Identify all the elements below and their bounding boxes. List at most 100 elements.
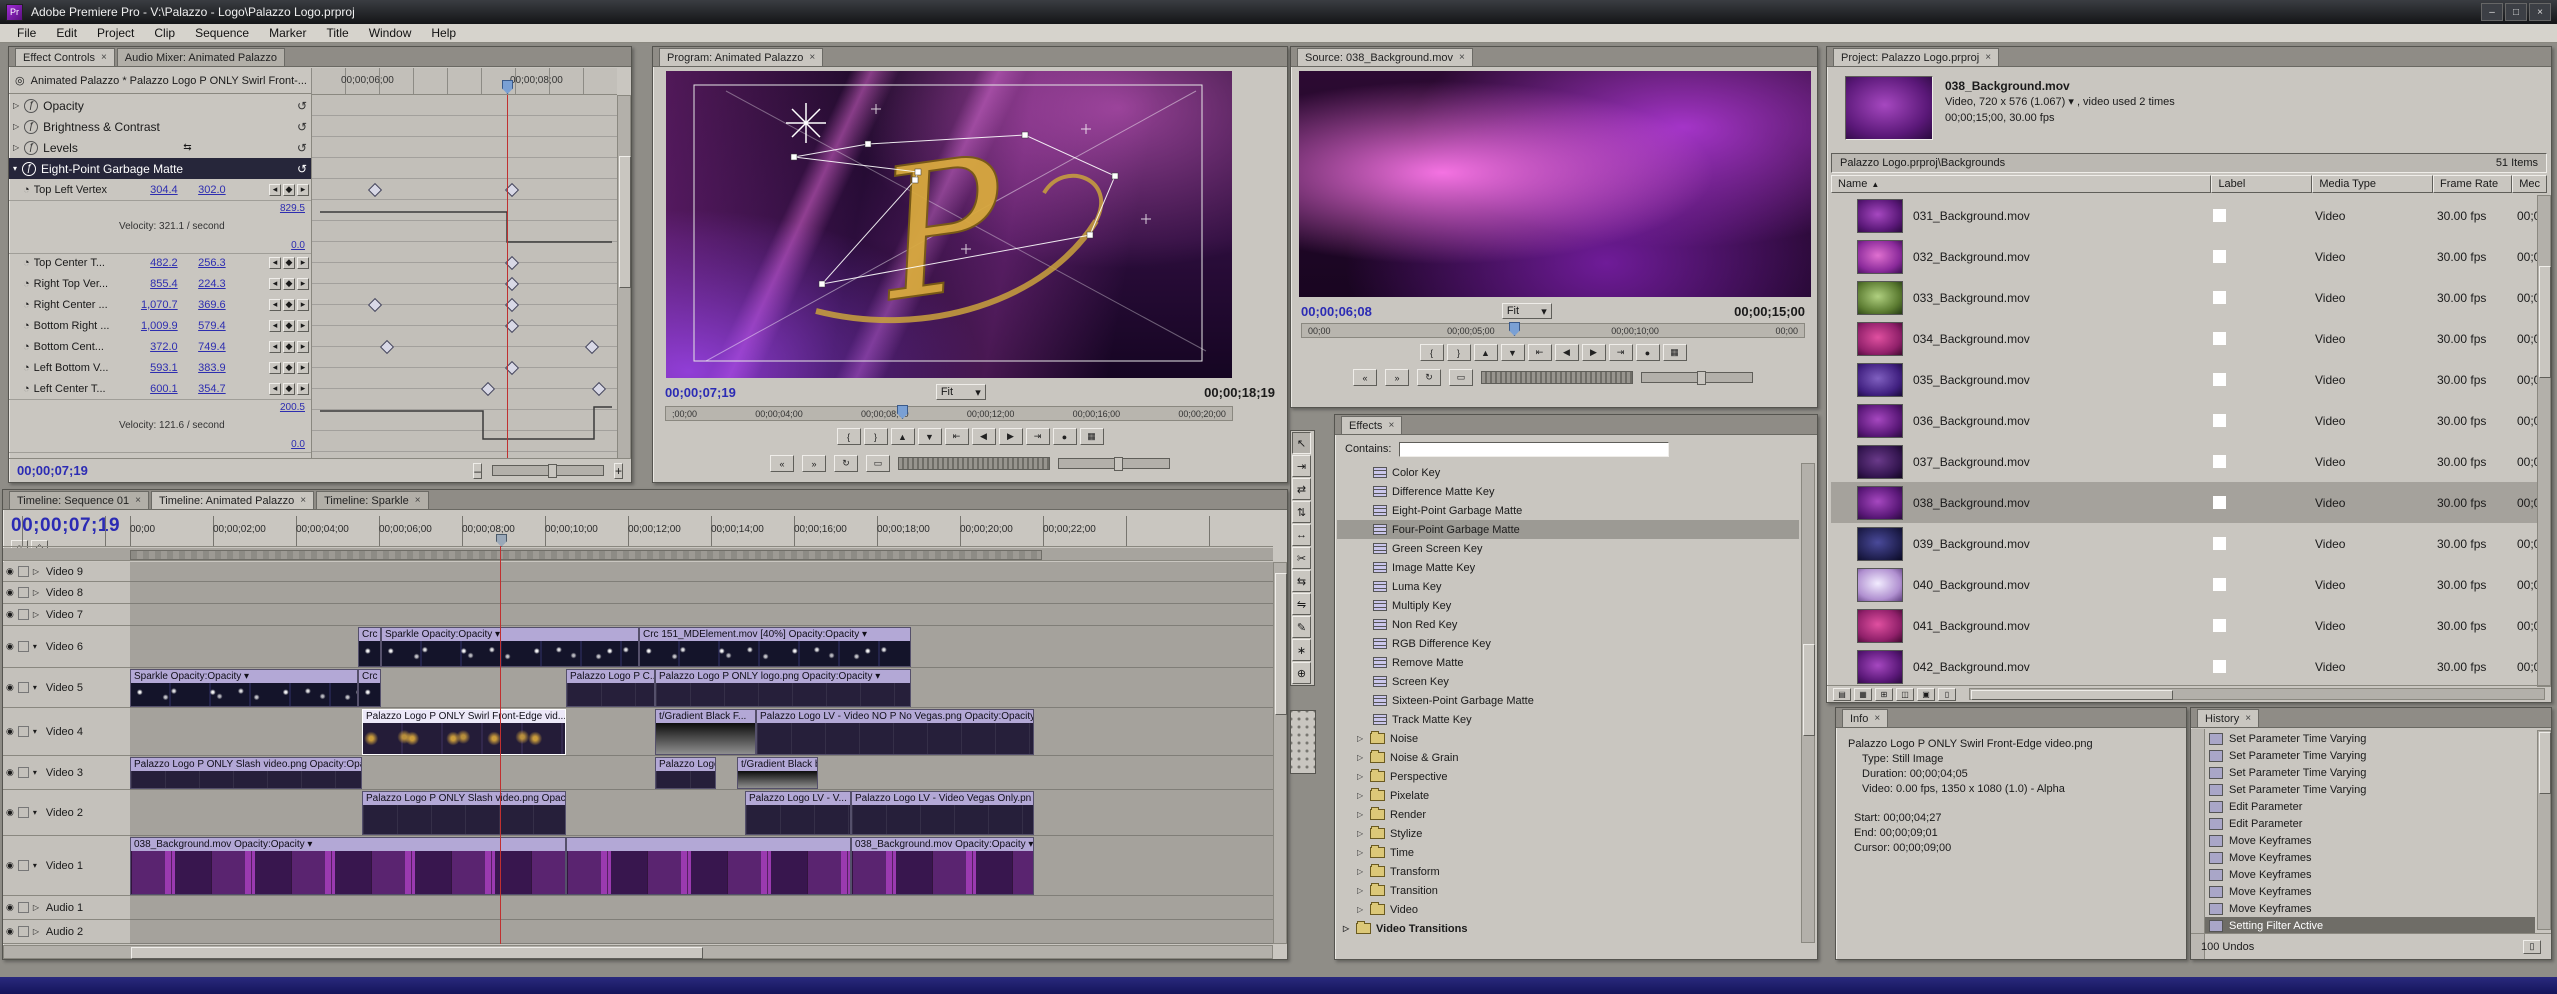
expand-arrow-icon[interactable]: ▷ xyxy=(1357,867,1365,876)
effects-list-item[interactable]: ▷ Remove Matte xyxy=(1337,653,1799,672)
property-value-y[interactable]: 354.7 xyxy=(182,383,226,395)
add-keyframe-button[interactable]: ◆ xyxy=(283,362,295,374)
graph-max-value[interactable]: 200.5 xyxy=(280,402,305,413)
menu-item[interactable]: Window xyxy=(360,25,421,41)
effects-list-item[interactable]: ▷ Sixteen-Point Garbage Matte xyxy=(1337,691,1799,710)
label-color-swatch[interactable] xyxy=(2213,291,2226,304)
label-color-swatch[interactable] xyxy=(2213,619,2226,632)
property-value-x[interactable]: 593.1 xyxy=(134,362,178,374)
expand-arrow-icon[interactable]: ▷ xyxy=(1357,772,1365,781)
source-current-timecode[interactable]: 00;00;06;08 xyxy=(1301,304,1372,319)
effects-list-item[interactable]: ▷ Video Transitions xyxy=(1337,919,1799,938)
effects-list-item[interactable]: ▷ Perspective xyxy=(1337,767,1799,786)
effect-row[interactable]: ▾ ƒ Eight-Point Garbage Matte ↺ xyxy=(9,158,311,179)
effects-scrollbar[interactable] xyxy=(1801,463,1815,943)
expand-toggle-icon[interactable]: ▷ xyxy=(13,143,19,152)
tab-project[interactable]: Project: Palazzo Logo.prproj× xyxy=(1833,48,1999,66)
history-item[interactable]: Edit Parameter xyxy=(2205,815,2535,832)
tool-button[interactable]: ✎ xyxy=(1292,616,1311,638)
next-keyframe-button[interactable]: ▸ xyxy=(297,341,309,353)
tool-button[interactable]: ✂ xyxy=(1292,547,1311,569)
next-keyframe-button[interactable]: ▸ xyxy=(297,278,309,290)
label-color-swatch[interactable] xyxy=(2213,250,2226,263)
menu-item[interactable]: File xyxy=(8,25,45,41)
column-header-label[interactable]: Label xyxy=(2211,175,2312,193)
keyframe-icon[interactable] xyxy=(481,382,495,396)
transport-button[interactable]: { xyxy=(837,428,861,445)
property-value-x[interactable]: 1,070.7 xyxy=(134,299,178,311)
label-color-swatch[interactable] xyxy=(2213,373,2226,386)
timeline-clip[interactable]: Sparkle Opacity:Opacity ▾ xyxy=(381,627,639,667)
close-icon[interactable]: × xyxy=(1388,420,1394,431)
timeline-clip[interactable]: Crc xyxy=(358,627,381,667)
keyframe-icon[interactable] xyxy=(380,340,394,354)
reset-icon[interactable]: ↺ xyxy=(297,141,307,155)
setup-icon[interactable]: ⇆ xyxy=(183,142,191,153)
tool-button[interactable]: ⇆ xyxy=(1292,570,1311,592)
effects-list-item[interactable]: ▷ Render xyxy=(1337,805,1799,824)
timeline-clip[interactable]: Palazzo Logo LV xyxy=(655,757,716,789)
label-color-swatch[interactable] xyxy=(2213,209,2226,222)
scrollbar-thumb[interactable] xyxy=(131,947,703,959)
label-color-swatch[interactable] xyxy=(2213,455,2226,468)
zoom-slider[interactable] xyxy=(492,465,604,476)
work-area-bar[interactable] xyxy=(3,548,1273,561)
toggle-animation-stopwatch-icon[interactable]: ◔ xyxy=(23,341,30,353)
expand-arrow-icon[interactable]: ▷ xyxy=(1357,810,1365,819)
transport-button[interactable]: ▲ xyxy=(1474,344,1498,361)
property-value-y[interactable]: 579.4 xyxy=(182,320,226,332)
close-icon[interactable]: × xyxy=(1459,52,1465,63)
history-item[interactable]: Set Parameter Time Varying xyxy=(2205,781,2535,798)
timeline-hscrollbar[interactable] xyxy=(3,945,1273,959)
prev-keyframe-button[interactable]: ◂ xyxy=(269,278,281,290)
expand-toggle-icon[interactable]: ▷ xyxy=(13,101,19,110)
maximize-button[interactable]: □ xyxy=(2505,3,2527,21)
expand-toggle-icon[interactable]: ▾ xyxy=(13,164,17,173)
loop-button[interactable]: ↻ xyxy=(834,455,858,472)
expand-toggle-icon[interactable]: ▷ xyxy=(13,122,19,131)
timeline-playhead-line[interactable] xyxy=(500,546,501,944)
source-ruler[interactable]: 00;0000;00;05;0000;00;10;0000;00 xyxy=(1301,323,1805,338)
effects-list-item[interactable]: ▷ Noise & Grain xyxy=(1337,748,1799,767)
project-item-row[interactable]: 035_Background.mov Video 30.00 fps 00;0 xyxy=(1831,359,2547,400)
transport-button[interactable]: ⇥ xyxy=(1609,344,1633,361)
effects-list-item[interactable]: ▷ Luma Key xyxy=(1337,577,1799,596)
source-fit-dropdown[interactable]: Fit▾ xyxy=(1502,303,1552,319)
effect-controls-ruler[interactable]: 00;00;06;0000;00;08;00 xyxy=(311,68,617,95)
prev-keyframe-button[interactable]: ◂ xyxy=(269,184,281,196)
menu-item[interactable]: Edit xyxy=(47,25,86,41)
project-item-row[interactable]: 037_Background.mov Video 30.00 fps 00;0 xyxy=(1831,441,2547,482)
close-icon[interactable]: × xyxy=(135,495,141,506)
effect-row[interactable]: ▷ ƒ Brightness & Contrast ↺ xyxy=(9,116,311,137)
keyframe-icon[interactable] xyxy=(585,340,599,354)
history-item[interactable]: Move Keyframes xyxy=(2205,883,2535,900)
effects-list-item[interactable]: ▷ Four-Point Garbage Matte xyxy=(1337,520,1799,539)
timeline-clip[interactable]: t/Gradient Black F... xyxy=(655,709,756,755)
property-value-y[interactable]: 383.9 xyxy=(182,362,226,374)
project-item-row[interactable]: 034_Background.mov Video 30.00 fps 00;0 xyxy=(1831,318,2547,359)
next-keyframe-button[interactable]: ▸ xyxy=(297,383,309,395)
column-header-media-type[interactable]: Media Type xyxy=(2312,175,2433,193)
timeline-clip[interactable]: Palazzo Logo LV - Video Vegas Only.pn xyxy=(851,791,1034,835)
property-value-x[interactable]: 304.4 xyxy=(134,184,178,196)
tab-program[interactable]: Program: Animated Palazzo× xyxy=(659,48,823,66)
icon-view-button[interactable]: ▦ xyxy=(1854,688,1872,701)
keyframe-icon[interactable] xyxy=(368,298,382,312)
project-item-row[interactable]: 036_Background.mov Video 30.00 fps 00;0 xyxy=(1831,400,2547,441)
minimize-button[interactable]: – xyxy=(2481,3,2503,21)
timeline-ruler[interactable]: 00;0000;00;02;0000;00;04;0000;00;06;0000… xyxy=(3,516,1273,547)
transport-button[interactable]: } xyxy=(1447,344,1471,361)
next-keyframe-button[interactable]: ▸ xyxy=(297,320,309,332)
effects-list-item[interactable]: ▷ Color Key xyxy=(1337,463,1799,482)
expand-arrow-icon[interactable]: ▷ xyxy=(1357,848,1365,857)
effect-row[interactable]: ▷ ƒ Opacity ↺ xyxy=(9,95,311,116)
expand-arrow-icon[interactable]: ▷ xyxy=(1357,886,1365,895)
transport-button[interactable]: ● xyxy=(1053,428,1077,445)
effects-list-item[interactable]: ▷ Pixelate xyxy=(1337,786,1799,805)
scrollbar-thumb[interactable] xyxy=(1803,644,1815,736)
reset-icon[interactable]: ↺ xyxy=(297,120,307,134)
tab-effect-controls[interactable]: Effect Controls× xyxy=(15,48,115,66)
close-icon[interactable]: × xyxy=(415,495,421,506)
close-icon[interactable]: × xyxy=(300,495,306,506)
next-keyframe-button[interactable]: ▸ xyxy=(297,184,309,196)
